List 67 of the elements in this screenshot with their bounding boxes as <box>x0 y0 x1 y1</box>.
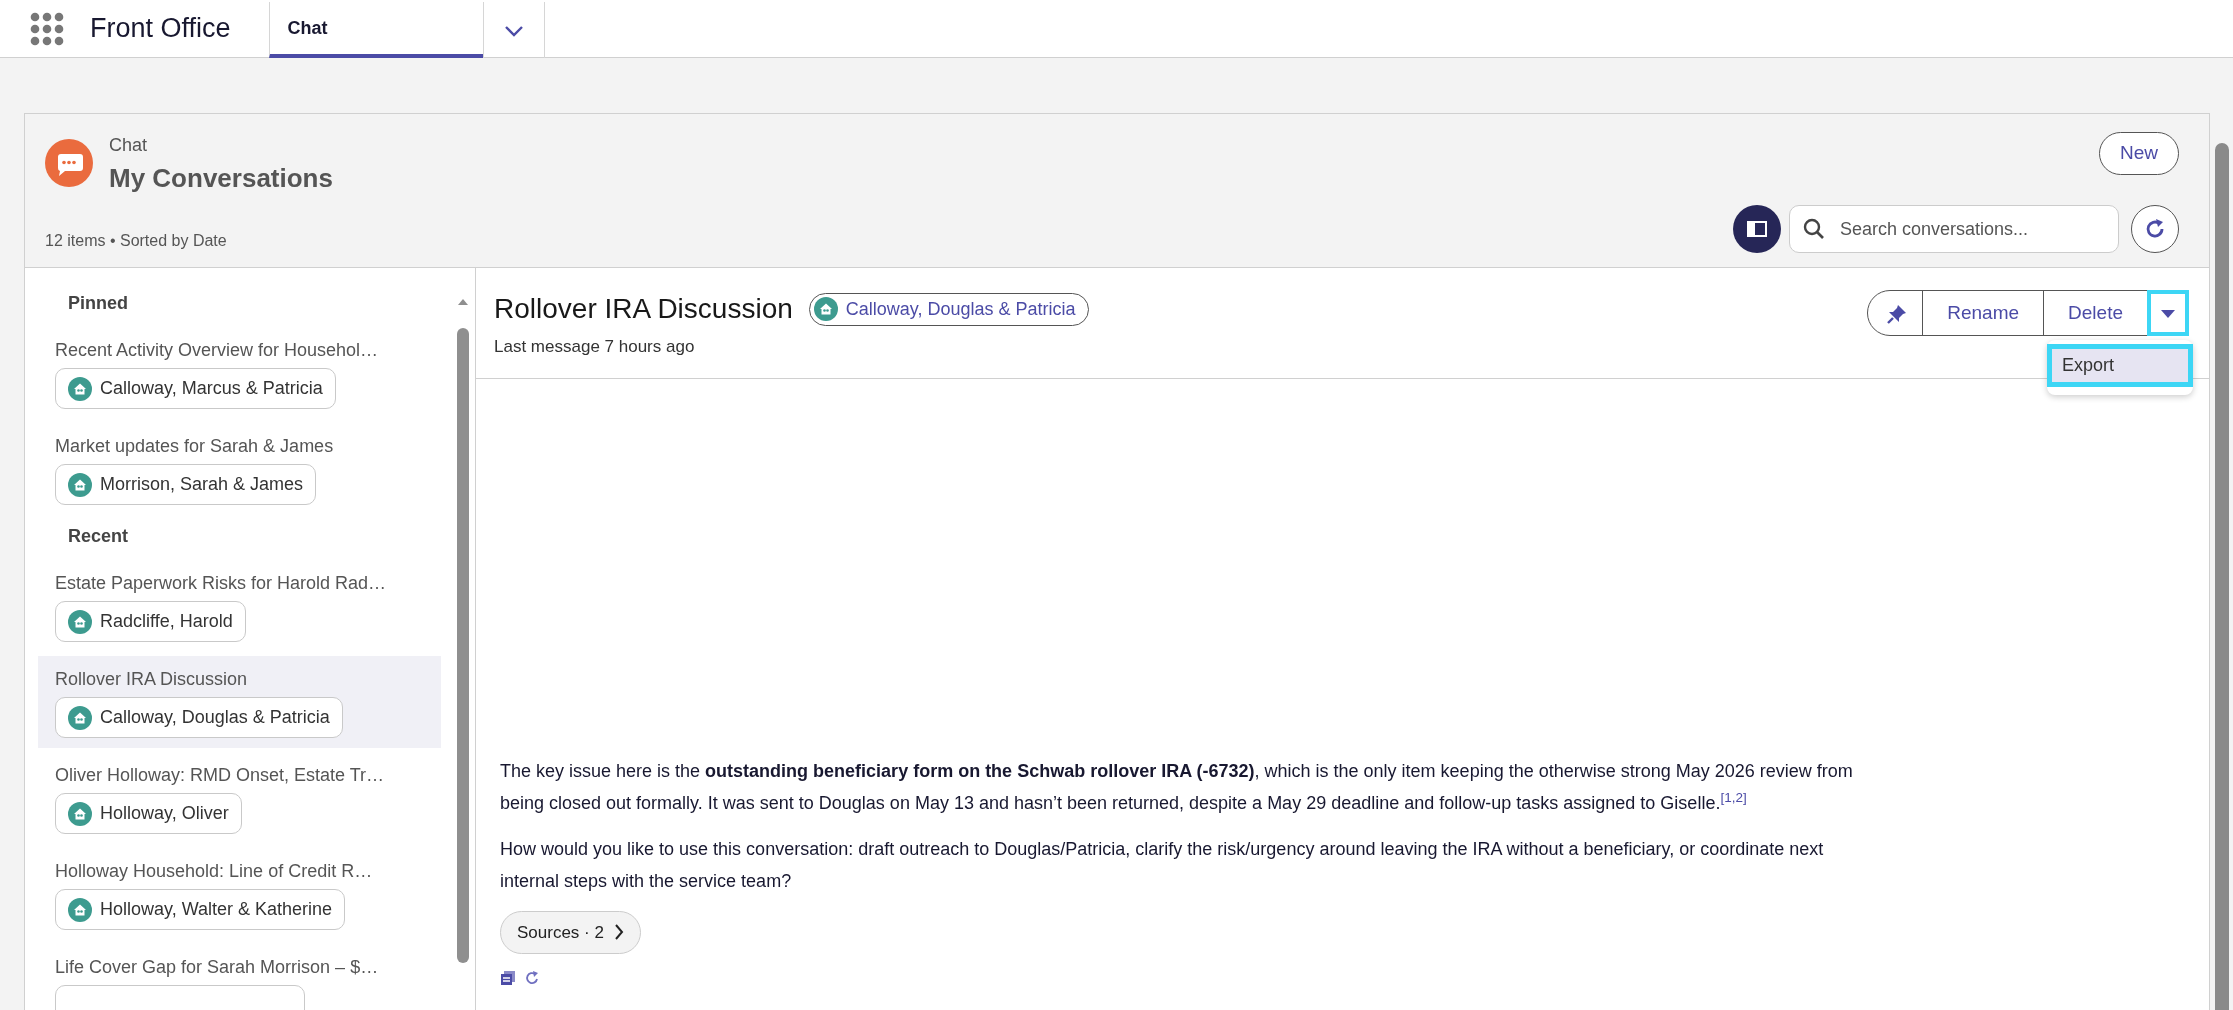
household-name: Calloway, Douglas & Patricia <box>100 706 330 730</box>
conversation-title: Holloway Household: Line of Credit R… <box>55 860 374 884</box>
conversation-title: Market updates for Sarah & James <box>55 435 335 459</box>
conversation-item[interactable]: Rollover IRA Discussion Calloway, Douglas & Patricia <box>38 656 441 749</box>
toggle-sidebar-button[interactable] <box>1733 205 1781 254</box>
household-name: Calloway, Douglas & Patricia <box>845 297 1076 321</box>
action-button[interactable]: Delete <box>2043 290 2148 337</box>
scroll-up-icon[interactable] <box>457 297 469 306</box>
conversation-title: Life Cover Gap for Sarah Morrison – $… <box>55 956 380 980</box>
conversation-title: Rollover IRA Discussion <box>55 668 249 692</box>
chevron-right-icon <box>613 924 624 941</box>
conversation-title: Recent Activity Overview for Househol… <box>55 339 380 363</box>
section-heading: Pinned <box>67 292 129 316</box>
household-icon <box>68 897 92 922</box>
panel-icon <box>1747 221 1767 238</box>
conversation-title: Estate Paperwork Risks for Harold Rad… <box>55 572 388 596</box>
pin-icon <box>1886 302 1909 325</box>
message-text: How would you like to use this conversation: draft outreach to Douglas/Patricia, clarify the risk/urgency around leaving the IRA without a beneficiary, or coordinate next internal steps with the service team? <box>500 837 1825 893</box>
card-title: My Conversations <box>109 162 333 195</box>
retry-icon[interactable] <box>524 970 540 986</box>
chevron-down-icon <box>503 24 524 37</box>
sources-button[interactable]: Sources · 2 <box>500 910 641 954</box>
household-name: Holloway, Walter & Katherine <box>100 898 333 922</box>
new-button[interactable]: New <box>2099 132 2179 175</box>
household-icon <box>68 376 92 401</box>
household-chip[interactable]: Morrison, Sarah & James <box>55 464 317 506</box>
action-button[interactable]: Rename <box>1922 290 2045 337</box>
household-chip[interactable]: Holloway, Oliver <box>55 793 242 835</box>
conversation-item[interactable]: Recent Activity Overview for Househol… Calloway, Marcus & Patricia <box>38 327 441 420</box>
household-name: Calloway, Marcus & Patricia <box>100 377 323 401</box>
household-icon <box>68 705 92 730</box>
menu-item[interactable]: Export <box>2047 344 2193 388</box>
conversation-item[interactable]: Life Cover Gap for Sarah Morrison – $… <box>38 944 441 1010</box>
household-chip[interactable]: Calloway, Marcus & Patricia <box>55 368 336 410</box>
household-icon <box>68 609 92 634</box>
household-icon <box>68 801 92 826</box>
household-chip[interactable]: Radcliffe, Harold <box>55 601 246 643</box>
pin-button[interactable] <box>1867 290 1924 337</box>
copy-icon[interactable] <box>500 970 516 986</box>
conversation-heading: Rollover IRA Discussion <box>494 292 793 327</box>
refresh-button[interactable] <box>2131 205 2179 254</box>
household-name: Morrison, Sarah & James <box>100 473 304 497</box>
conversation-item[interactable]: Oliver Holloway: RMD Onset, Estate Tr… Holloway, Oliver <box>38 752 441 845</box>
conversation-title: Oliver Holloway: RMD Onset, Estate Tr… <box>55 764 386 788</box>
household-icon <box>68 472 92 497</box>
more-actions-button[interactable] <box>2147 290 2189 337</box>
household-chip[interactable]: Holloway, Walter & Katherine <box>55 889 346 931</box>
search-field[interactable]: Search conversations... <box>1789 205 2119 254</box>
app-title: Front Office <box>90 12 231 46</box>
household-name: Radcliffe, Harold <box>100 610 233 634</box>
app-launcher-icon[interactable] <box>30 11 64 46</box>
chat-icon <box>45 139 93 187</box>
household-chip[interactable]: Calloway, Douglas & Patricia <box>55 697 343 739</box>
section-heading: Recent <box>67 525 130 549</box>
conversation-item[interactable]: Market updates for Sarah & James Morrison, Sarah & James <box>38 423 441 516</box>
scrollbar-thumb[interactable] <box>2214 143 2229 1010</box>
tab[interactable]: Chat <box>268 2 483 58</box>
last-message-time: Last message 7 hours ago <box>494 336 696 359</box>
item-count: 12 items • Sorted by Date <box>45 231 228 252</box>
household-name: Holloway, Oliver <box>100 802 229 826</box>
household-icon <box>813 297 838 322</box>
message-text: The key issue here is the outstanding beneficiary form on the Schwab rollover IRA (-6732), which is the only item keeping the otherwise strong May 2026 review from being closed out formally. It was sent to Douglas on May 13 and hasn’t been returned, despite a May 29 deadline and follow-up tasks assigned to Giselle.$^{[1,2]}$ <box>500 759 1854 815</box>
conversation-item[interactable]: Holloway Household: Line of Credit R… Holloway, Walter & Katherine <box>38 848 441 941</box>
card-eyebrow: Chat <box>109 134 149 157</box>
scrollbar-thumb[interactable] <box>457 327 469 963</box>
caret-icon <box>2160 308 2176 319</box>
conversation-item[interactable]: Estate Paperwork Risks for Harold Rad… Radcliffe, Harold <box>38 560 441 653</box>
